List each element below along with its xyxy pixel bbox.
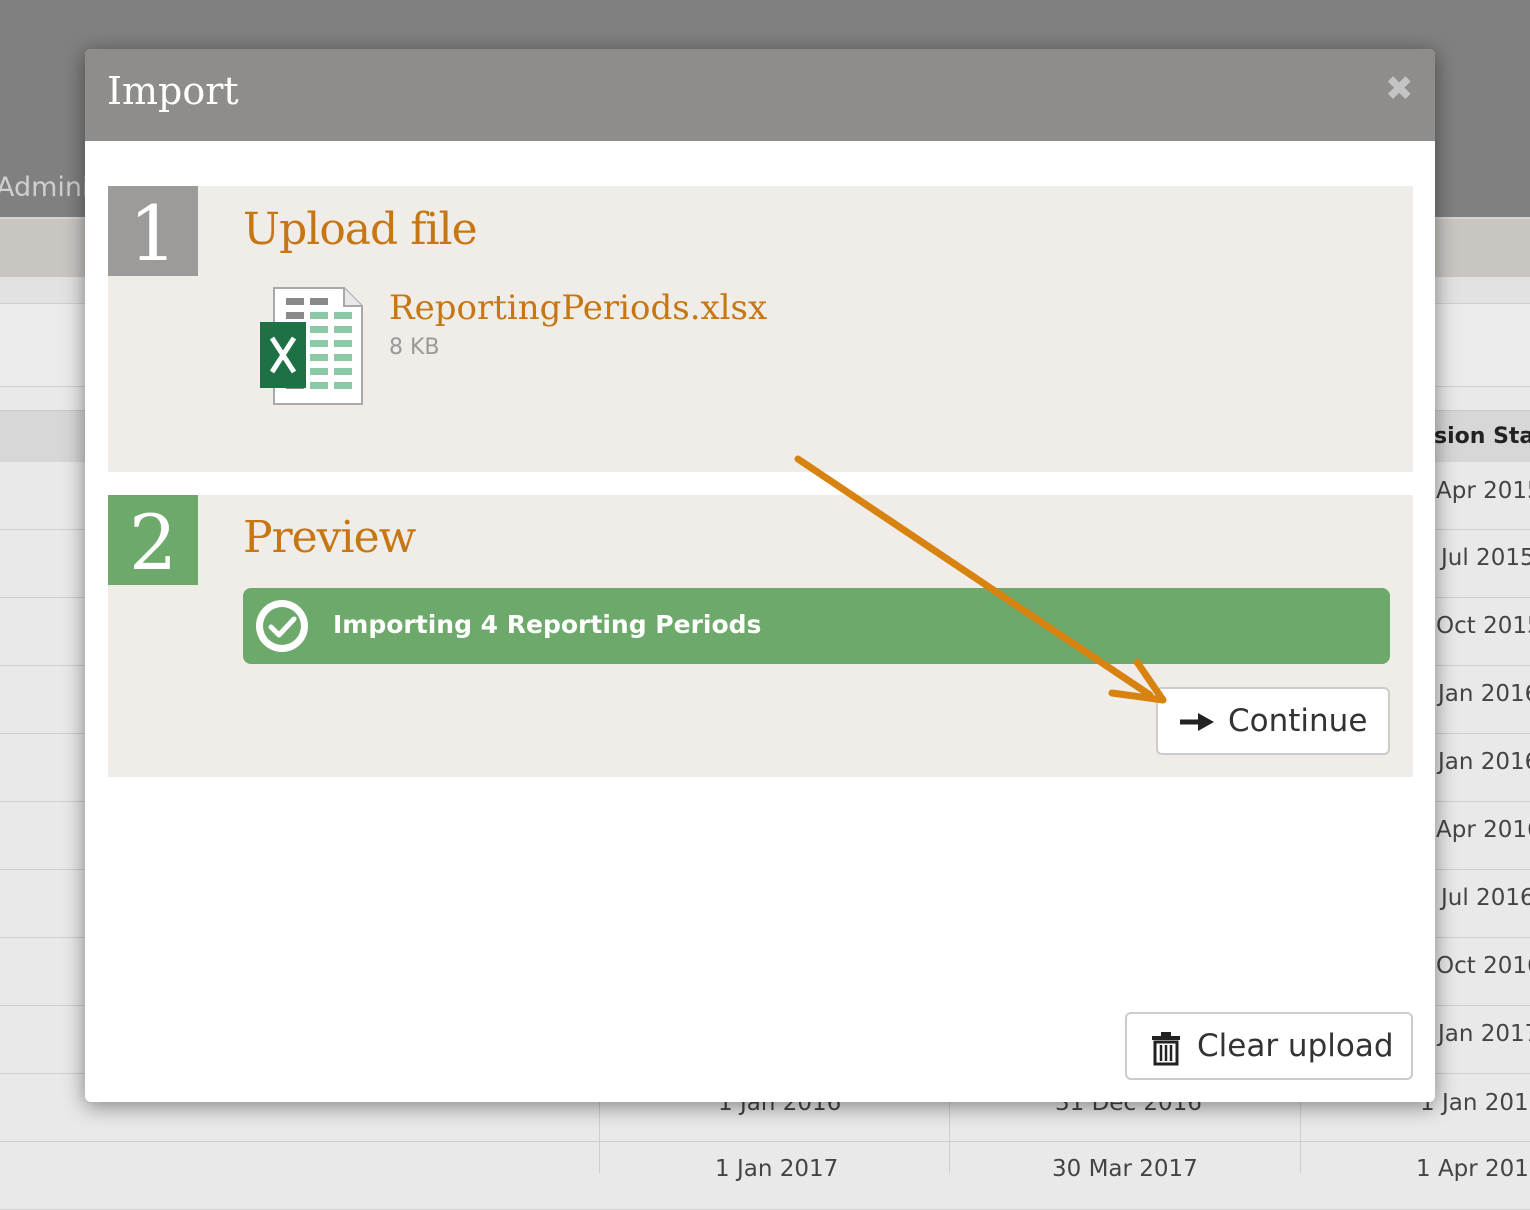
step-upload-file: 1 Upload file ReportingPeriods.xlsx 8 KB [108, 186, 1413, 472]
trash-icon [1152, 1032, 1180, 1066]
import-summary-alert: Importing 4 Reporting Periods [243, 588, 1390, 664]
step-preview: 2 Preview Importing 4 Reporting Periods … [108, 495, 1413, 777]
step-title: Upload file [243, 204, 478, 255]
continue-label: Continue [1228, 703, 1368, 739]
step-number: 2 [108, 495, 198, 587]
table-cell-date: 1 Jan 2017 [1420, 1090, 1530, 1116]
table-cell-date: Apr 2015 [1436, 478, 1530, 504]
table-cell-date: Oct 2016 [1436, 953, 1530, 979]
table-cell-date: Jan 2016 [1438, 681, 1530, 707]
table-cell-start: 1 Jan 2017 [715, 1156, 839, 1182]
modal-header: Import ✖ [85, 49, 1435, 141]
modal-title: Import [107, 69, 239, 113]
clear-upload-button[interactable]: Clear upload [1125, 1012, 1413, 1080]
table-cell-date: Jan 2017 [1438, 1021, 1530, 1047]
table-cell-end: 30 Mar 2017 [1052, 1156, 1198, 1182]
step-number: 1 [108, 186, 198, 278]
arrow-right-icon [1180, 713, 1214, 731]
check-circle-icon [256, 600, 308, 652]
table-cell-date: Jul 2016 [1441, 885, 1530, 911]
table-cell-date: 1 Apr 2017 [1416, 1156, 1530, 1182]
table-header-cell[interactable]: sion Star [1434, 424, 1530, 449]
table-cell-date: Jan 2016 [1438, 749, 1530, 775]
file-name[interactable]: ReportingPeriods.xlsx [389, 288, 767, 328]
table-cell-date: Apr 2016 [1436, 817, 1530, 843]
import-modal: Import ✖ 1 Upload file ReportingPeriods.… [85, 49, 1435, 1102]
alert-text: Importing 4 Reporting Periods [333, 610, 762, 639]
continue-button[interactable]: Continue [1156, 687, 1390, 755]
close-icon[interactable]: ✖ [1385, 69, 1414, 109]
table-cell-date: Oct 2015 [1436, 613, 1530, 639]
clear-upload-label: Clear upload [1197, 1028, 1394, 1064]
file-size: 8 KB [389, 335, 440, 360]
table-cell-date: Jul 2015 [1441, 545, 1530, 571]
step-title: Preview [243, 512, 416, 563]
excel-file-icon [260, 287, 363, 405]
